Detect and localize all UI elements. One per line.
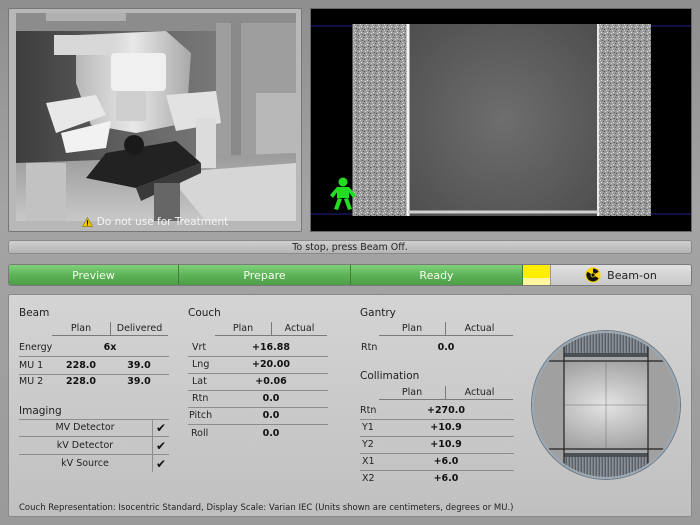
couch-vrt-value: +16.88 bbox=[251, 342, 290, 353]
row-divider bbox=[188, 407, 328, 408]
camera-warning: Do not use for Treatment bbox=[9, 215, 301, 229]
beams-eye-view bbox=[532, 331, 680, 479]
row-divider bbox=[188, 356, 328, 357]
row-divider bbox=[19, 374, 169, 375]
couch-row-label: Vrt bbox=[192, 342, 207, 353]
beam-row-label: MU 2 bbox=[19, 376, 44, 387]
row-divider bbox=[19, 356, 169, 357]
row-divider bbox=[360, 453, 514, 454]
collimation-y1-value: +10.9 bbox=[430, 422, 462, 433]
row-divider bbox=[360, 470, 514, 471]
checkmark-icon: ✔ bbox=[152, 419, 169, 436]
row-divider bbox=[360, 419, 514, 420]
workflow-step-prepare[interactable]: Prepare bbox=[179, 265, 351, 285]
radiation-icon bbox=[585, 267, 601, 283]
collimation-x2-value: +6.0 bbox=[433, 473, 459, 484]
collimation-section-title: Collimation bbox=[360, 370, 420, 382]
beam-ready-indicator bbox=[523, 265, 551, 285]
row-divider bbox=[188, 373, 328, 374]
imaging-section-title: Imaging bbox=[19, 405, 62, 417]
status-message-bar: To stop, press Beam Off. bbox=[8, 240, 692, 254]
beam-row-label: MU 1 bbox=[19, 360, 44, 371]
collimation-row-label: Y2 bbox=[362, 439, 374, 450]
couch-row-label: Lng bbox=[192, 359, 210, 370]
couch-representation-note: Couch Representation: Isocentric Standar… bbox=[19, 503, 514, 513]
status-message: To stop, press Beam Off. bbox=[292, 241, 408, 253]
imaging-row-kv-source: kV Source ✔ bbox=[19, 455, 169, 473]
beam-col-plan: Plan bbox=[52, 322, 110, 336]
gantry-section-title: Gantry bbox=[360, 307, 396, 319]
checkmark-icon: ✔ bbox=[152, 437, 169, 454]
portal-image-view bbox=[311, 9, 691, 231]
gantry-col-actual: Actual bbox=[445, 322, 513, 336]
beam-section-title: Beam bbox=[19, 307, 50, 319]
couch-row-label: Roll bbox=[191, 428, 209, 439]
collimation-y2-value: +10.9 bbox=[430, 439, 462, 450]
collimation-row-label: Rtn bbox=[360, 405, 377, 416]
treatment-room-image bbox=[16, 13, 296, 221]
beam-col-delivered: Delivered bbox=[110, 322, 168, 336]
camera-warning-text: Do not use for Treatment bbox=[96, 216, 229, 228]
collimation-row-label: X1 bbox=[362, 456, 375, 467]
couch-section-title: Couch bbox=[188, 307, 221, 319]
couch-lng-value: +20.00 bbox=[251, 359, 290, 370]
couch-col-plan: Plan bbox=[215, 322, 271, 336]
row-divider bbox=[188, 424, 328, 425]
couch-col-actual: Actual bbox=[271, 322, 327, 336]
checkmark-icon: ✔ bbox=[152, 455, 169, 472]
workflow-step-ready[interactable]: Ready bbox=[351, 265, 523, 285]
mu2-delivered-value: 39.0 bbox=[127, 376, 151, 387]
imaging-row-mv-detector: MV Detector ✔ bbox=[19, 419, 169, 437]
gantry-rtn-value: 0.0 bbox=[437, 342, 455, 353]
room-camera-feed bbox=[16, 13, 296, 221]
treatment-parameters-panel: Beam Plan Delivered Energy 6x MU 1 228.0… bbox=[8, 294, 692, 517]
collimation-col-actual: Actual bbox=[445, 386, 513, 400]
collimation-col-plan: Plan bbox=[379, 386, 445, 400]
collimation-row-label: Y1 bbox=[362, 422, 374, 433]
couch-row-label: Lat bbox=[192, 376, 207, 387]
couch-row-label: Pitch bbox=[189, 410, 213, 421]
gantry-row-label: Rtn bbox=[361, 342, 378, 353]
mu2-plan-value: 228.0 bbox=[65, 376, 97, 387]
beam-on-label: Beam-on bbox=[607, 268, 657, 282]
beam-energy-value: 6x bbox=[103, 342, 117, 353]
imaging-row-kv-detector: kV Detector ✔ bbox=[19, 437, 169, 455]
imager-panel bbox=[310, 8, 692, 232]
mu1-plan-value: 228.0 bbox=[65, 360, 97, 371]
room-camera-panel: Do not use for Treatment bbox=[8, 8, 302, 232]
beam-on-button[interactable]: Beam-on bbox=[551, 265, 691, 285]
row-divider bbox=[360, 436, 514, 437]
collimation-row-label: X2 bbox=[362, 473, 375, 484]
warning-triangle-icon bbox=[81, 217, 93, 227]
treatment-workflow-bar: Preview Prepare Ready Beam-on bbox=[8, 264, 692, 286]
couch-row-label: Rtn bbox=[192, 393, 209, 404]
couch-lat-value: +0.06 bbox=[255, 376, 287, 387]
row-divider bbox=[188, 390, 328, 391]
couch-pitch-value: 0.0 bbox=[262, 410, 280, 421]
couch-rtn-value: 0.0 bbox=[262, 393, 280, 404]
collimation-x1-value: +6.0 bbox=[433, 456, 459, 467]
gantry-col-plan: Plan bbox=[379, 322, 445, 336]
collimation-rtn-value: +270.0 bbox=[426, 405, 465, 416]
couch-roll-value: 0.0 bbox=[262, 428, 280, 439]
workflow-step-preview[interactable]: Preview bbox=[9, 265, 179, 285]
beam-row-label: Energy bbox=[19, 342, 53, 353]
mu1-delivered-value: 39.0 bbox=[127, 360, 151, 371]
